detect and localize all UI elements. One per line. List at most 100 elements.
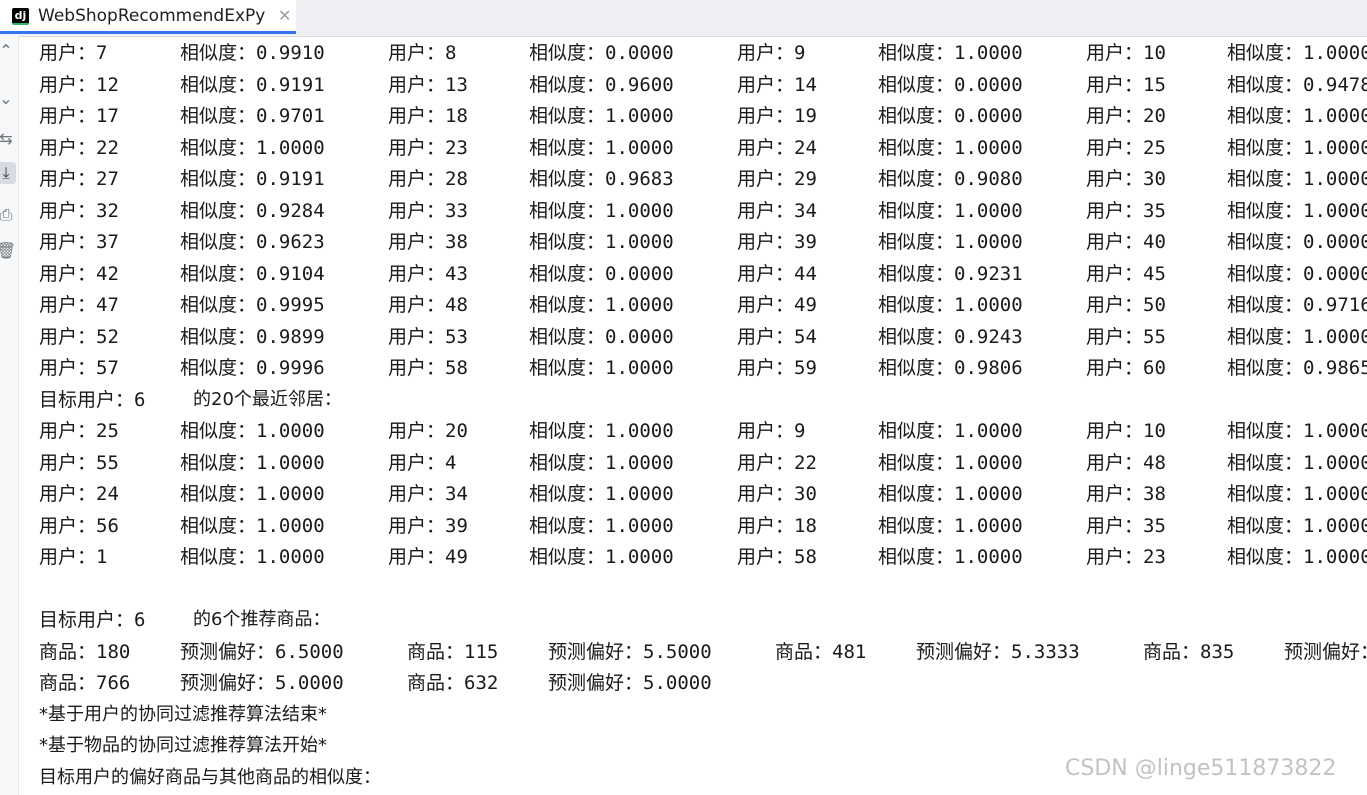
user-score: 相似度：1.0000	[1227, 168, 1367, 190]
target-user-label: 目标用户：6	[39, 389, 146, 411]
user-score: 相似度：0.9701	[180, 105, 325, 127]
user-id: 用户：54	[737, 326, 817, 348]
user-id: 用户：45	[1086, 263, 1166, 285]
user-id: 用户：19	[737, 105, 817, 127]
user-id: 用户：42	[39, 263, 119, 285]
user-score: 相似度：1.0000	[180, 515, 325, 537]
user-score: 相似度：0.9683	[529, 168, 674, 190]
user-id: 用户：8	[388, 42, 457, 64]
user-id: 用户：38	[388, 231, 468, 253]
user-score: 相似度：1.0000	[529, 200, 674, 222]
user-score: 相似度：1.0000	[1227, 515, 1367, 537]
user-score: 相似度：0.9191	[180, 168, 325, 190]
user-id: 用户：34	[388, 483, 468, 505]
product-score: 预测偏好：5.0000	[180, 672, 344, 694]
product-score: 预测偏好：5.3333	[916, 641, 1080, 663]
user-id: 用户：50	[1086, 294, 1166, 316]
user-score: 相似度：0.9600	[529, 74, 674, 96]
console-output: 用户：7 相似度：0.9910 用户：8 相似度：0.0000 用户：9 相似度：1.00…	[0, 36, 1367, 795]
user-score: 相似度：1.0000	[529, 137, 674, 159]
run-tab[interactable]: dj WebShopRecommendExPy ✕	[0, 0, 296, 34]
user-id: 用户：23	[1086, 546, 1166, 568]
user-id: 用户：58	[737, 546, 817, 568]
user-score: 相似度：0.9899	[180, 326, 325, 348]
user-id: 用户：25	[39, 420, 119, 442]
log-text: *基于物品的协同过滤推荐算法开始*	[39, 735, 327, 756]
user-id: 用户：49	[388, 546, 468, 568]
target-user-label: 目标用户：6	[39, 609, 146, 631]
user-score: 相似度：0.9243	[878, 326, 1023, 348]
user-score: 相似度：0.9865	[1227, 357, 1367, 379]
user-score: 相似度：1.0000	[878, 294, 1023, 316]
user-id: 用户：20	[1086, 105, 1166, 127]
user-score: 相似度：1.0000	[529, 105, 674, 127]
user-score: 相似度：0.0000	[1227, 231, 1367, 253]
user-id: 用户：55	[1086, 326, 1166, 348]
user-id: 用户：27	[39, 168, 119, 190]
user-score: 相似度：0.9806	[878, 357, 1023, 379]
user-score: 相似度：0.9995	[180, 294, 325, 316]
user-score: 相似度：1.0000	[529, 420, 674, 442]
editor-tab-bar: dj WebShopRecommendExPy ✕	[0, 0, 1367, 37]
user-score: 相似度：1.0000	[1227, 326, 1367, 348]
user-score: 相似度：0.9478	[1227, 74, 1367, 96]
user-id: 用户：59	[737, 357, 817, 379]
user-id: 用户：40	[1086, 231, 1166, 253]
user-score: 相似度：0.0000	[1227, 263, 1367, 285]
user-id: 用户：18	[388, 105, 468, 127]
user-score: 相似度：1.0000	[529, 483, 674, 505]
user-id: 用户：48	[1086, 452, 1166, 474]
user-score: 相似度：1.0000	[180, 546, 325, 568]
user-id: 用户：9	[737, 420, 806, 442]
user-score: 相似度：1.0000	[180, 137, 325, 159]
user-score: 相似度：1.0000	[1227, 420, 1367, 442]
product-score: 预测偏好：	[1284, 641, 1367, 663]
product-score: 预测偏好：5.0000	[548, 672, 712, 694]
user-id: 用户：43	[388, 263, 468, 285]
user-id: 用户：13	[388, 74, 468, 96]
product-score: 预测偏好：5.5000	[548, 641, 712, 663]
close-icon[interactable]: ✕	[278, 6, 291, 25]
log-text: *基于用户的协同过滤推荐算法结束*	[39, 704, 327, 725]
product-id: 商品：481	[775, 641, 867, 663]
user-id: 用户：22	[39, 137, 119, 159]
user-score: 相似度：1.0000	[878, 546, 1023, 568]
user-id: 用户：24	[39, 483, 119, 505]
user-id: 用户：33	[388, 200, 468, 222]
user-id: 用户：30	[1086, 168, 1166, 190]
user-id: 用户：60	[1086, 357, 1166, 379]
user-id: 用户：12	[39, 74, 119, 96]
user-score: 相似度：0.9716	[1227, 294, 1367, 316]
user-id: 用户：4	[388, 452, 457, 474]
user-id: 用户：39	[737, 231, 817, 253]
user-id: 用户：9	[737, 42, 806, 64]
user-score: 相似度：1.0000	[529, 231, 674, 253]
product-id: 商品：632	[407, 672, 499, 694]
user-score: 相似度：1.0000	[1227, 105, 1367, 127]
user-score: 相似度：1.0000	[529, 546, 674, 568]
user-id: 用户：18	[737, 515, 817, 537]
user-score: 相似度：1.0000	[878, 231, 1023, 253]
user-id: 用户：57	[39, 357, 119, 379]
user-id: 用户：39	[388, 515, 468, 537]
log-text: 目标用户的偏好商品与其他商品的相似度：	[39, 767, 381, 788]
user-score: 相似度：1.0000	[1227, 452, 1367, 474]
user-id: 用户：37	[39, 231, 119, 253]
user-id: 用户：22	[737, 452, 817, 474]
user-score: 相似度：1.0000	[878, 420, 1023, 442]
user-score: 相似度：0.9996	[180, 357, 325, 379]
user-score: 相似度：1.0000	[878, 137, 1023, 159]
user-score: 相似度：0.9080	[878, 168, 1023, 190]
user-id: 用户：20	[388, 420, 468, 442]
user-score: 相似度：1.0000	[878, 42, 1023, 64]
user-id: 用户：14	[737, 74, 817, 96]
user-id: 用户：17	[39, 105, 119, 127]
user-id: 用户：28	[388, 168, 468, 190]
user-id: 用户：35	[1086, 200, 1166, 222]
user-score: 相似度：1.0000	[1227, 137, 1367, 159]
user-id: 用户：38	[1086, 483, 1166, 505]
user-id: 用户：55	[39, 452, 119, 474]
user-id: 用户：49	[737, 294, 817, 316]
product-id: 商品：766	[39, 672, 131, 694]
product-id: 商品：835	[1143, 641, 1235, 663]
